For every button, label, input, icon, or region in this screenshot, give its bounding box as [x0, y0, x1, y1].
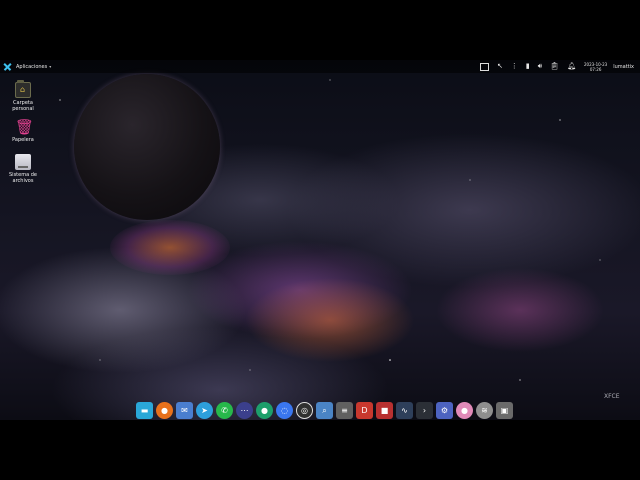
network-icon[interactable]: ⋮ — [511, 60, 518, 73]
box-icon[interactable]: ■ — [376, 401, 393, 419]
folder-icon[interactable]: ▬ — [136, 401, 153, 419]
letterbox-bottom — [0, 420, 640, 480]
desktop-icon-label: archivos — [12, 178, 34, 184]
desktop-watermark: XFCE — [604, 393, 620, 400]
top-panel: Aplicaciones ▾ ↖ ⋮ ▮ 🔊︎ 📋︎ 🔔︎ 2023-10-23… — [0, 60, 640, 73]
workspace-switcher-icon[interactable] — [480, 62, 490, 71]
notifications-icon[interactable]: 🔔︎ — [567, 60, 576, 73]
drive-icon — [15, 154, 31, 170]
desktop-icon-filesystem[interactable]: Sistema de archivos — [3, 154, 43, 184]
obs-icon[interactable]: ◎ — [296, 401, 313, 419]
clock-date: 2023-10-23 — [583, 61, 608, 67]
stack-icon[interactable]: ≡ — [336, 401, 353, 419]
chevron-down-icon: ▾ — [49, 64, 52, 69]
firefox-icon[interactable]: ● — [156, 401, 173, 419]
trash-icon: 🗑︎ — [15, 118, 35, 136]
applications-menu-label: Aplicaciones — [16, 63, 48, 70]
monitor-icon[interactable]: ∿ — [396, 401, 413, 419]
desktop-icon-label: Papelera — [12, 137, 34, 143]
dots-icon[interactable]: ⋯ — [236, 401, 253, 419]
applications-menu-button[interactable]: Aplicaciones ▾ — [0, 60, 51, 73]
signal-icon[interactable]: ◌ — [276, 401, 293, 419]
waveform-icon[interactable]: ≋ — [476, 401, 493, 419]
mail-icon[interactable]: ✉ — [176, 401, 193, 419]
desktop-icon-home-folder[interactable]: Carpeta personal — [3, 80, 43, 112]
dc-icon[interactable]: D — [356, 401, 373, 419]
whatsapp-icon[interactable]: ✆ — [216, 401, 233, 419]
letterbox-top — [0, 0, 640, 60]
user-menu[interactable]: lumattix — [613, 64, 634, 70]
chat-icon[interactable]: ● — [256, 401, 273, 419]
cursor-icon[interactable]: ↖ — [497, 60, 503, 73]
home-folder-icon — [15, 80, 31, 98]
system-tray: ↖ ⋮ ▮ 🔊︎ 📋︎ 🔔︎ 2023-10-23 07:26 lumattix — [476, 60, 640, 73]
magnifier-icon[interactable]: ⌕ — [316, 401, 333, 419]
window-frame-icon[interactable]: ▣ — [496, 401, 513, 419]
telegram-icon[interactable]: ➤ — [196, 401, 213, 419]
desktop-icon-label: personal — [12, 106, 34, 112]
volume-icon[interactable]: 🔊︎ — [538, 60, 542, 73]
gear-icon[interactable]: ⚙ — [436, 401, 453, 419]
xfce-logo-icon — [3, 62, 12, 71]
planet — [74, 74, 220, 220]
terminal-icon[interactable]: › — [416, 401, 433, 419]
battery-icon[interactable]: ▮ — [526, 60, 530, 73]
clock[interactable]: 2023-10-23 07:26 — [584, 62, 607, 72]
dock: ▬ ● ✉ ➤ ✆ ⋯ ● ◌ ◎ ⌕ ≡ D ■ ∿ › ⚙ ● ≋ ▣ — [136, 400, 513, 420]
circle-icon[interactable]: ● — [456, 401, 473, 419]
desktop-icon-trash[interactable]: 🗑︎ Papelera — [3, 119, 43, 143]
clock-time: 07:26 — [589, 66, 602, 72]
clipboard-icon[interactable]: 📋︎ — [550, 60, 559, 73]
nebula-glow — [110, 220, 230, 275]
